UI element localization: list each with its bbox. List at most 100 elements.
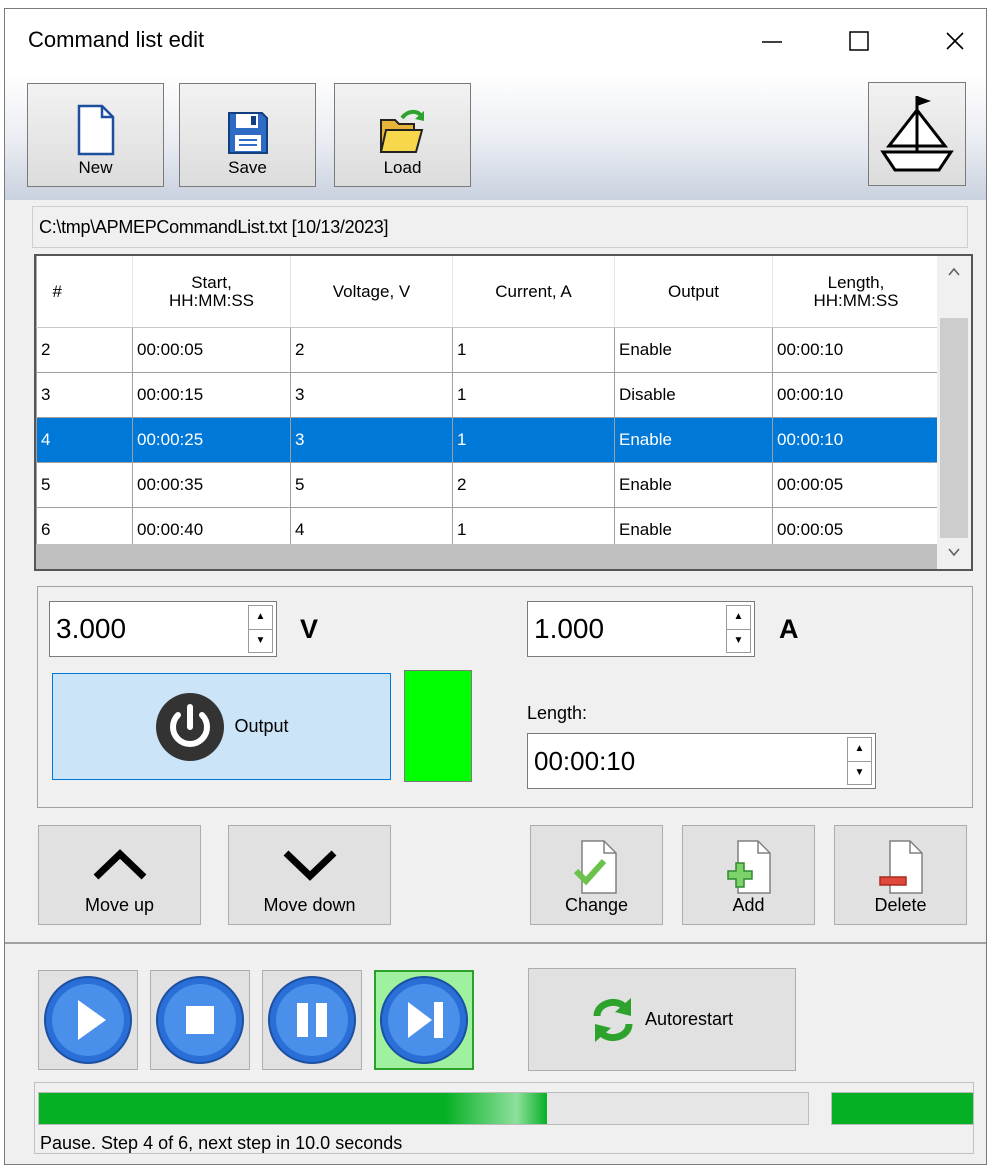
close-button[interactable] — [924, 9, 986, 73]
file-path-field: C:\tmp\APMEPCommandList.txt [10/13/2023] — [32, 206, 968, 248]
voltage-unit-label: V — [300, 614, 319, 644]
new-document-icon — [77, 104, 114, 156]
voltage-input[interactable]: 3.000 — [49, 601, 277, 657]
length-input[interactable]: 00:00:10 — [527, 733, 876, 789]
current-spinner[interactable]: ▲ ▼ — [726, 605, 751, 653]
open-folder-icon — [379, 109, 424, 153]
maximize-button[interactable] — [828, 9, 890, 73]
output-status-indicator — [404, 670, 472, 782]
move-up-button[interactable]: Move up — [38, 825, 201, 925]
scroll-up-arrow[interactable] — [946, 264, 962, 280]
autorestart-label: Autorestart — [644, 1009, 734, 1029]
table-cell[interactable]: Enable — [614, 462, 773, 508]
table-cell[interactable]: 00:00:35 — [132, 462, 291, 508]
command-list-grid[interactable]: # Start, HH:MM:SS Voltage, V Current, A … — [34, 254, 973, 571]
table-cell[interactable]: 00:00:10 — [772, 417, 940, 463]
secondary-progress-bar — [831, 1092, 974, 1125]
column-header[interactable]: Length, HH:MM:SS — [772, 256, 940, 328]
save-button-label: Save — [228, 158, 267, 177]
length-spinner[interactable]: ▲ ▼ — [847, 737, 872, 785]
sailboat-icon — [880, 96, 954, 172]
table-cell[interactable]: 3 — [36, 372, 133, 418]
output-toggle-button[interactable]: Output — [52, 673, 391, 780]
pause-icon — [268, 976, 356, 1064]
refresh-icon — [593, 997, 633, 1042]
table-cell[interactable]: 2 — [452, 462, 615, 508]
floppy-disk-icon — [227, 112, 268, 154]
table-row[interactable]: 3 00:00:15 3 1 Disable 00:00:10 — [36, 372, 940, 418]
maximize-icon — [849, 31, 869, 51]
window-title: Command list edit — [28, 27, 205, 52]
voltage-spinner[interactable]: ▲ ▼ — [248, 605, 273, 653]
table-cell[interactable]: 2 — [36, 327, 133, 373]
current-unit-label: A — [779, 614, 799, 644]
current-input[interactable]: 1.000 — [527, 601, 755, 657]
table-cell[interactable]: 00:00:10 — [772, 372, 940, 418]
command-table: # Start, HH:MM:SS Voltage, V Current, A … — [36, 256, 940, 553]
progress-fill — [39, 1093, 547, 1124]
autorestart-button[interactable]: Autorestart — [528, 968, 796, 1071]
table-cell[interactable]: 4 — [36, 417, 133, 463]
table-cell[interactable]: 00:00:05 — [132, 327, 291, 373]
move-up-label: Move up — [84, 895, 155, 915]
document-check-icon — [573, 840, 617, 894]
power-icon — [156, 692, 225, 761]
table-cell[interactable]: 3 — [290, 372, 453, 418]
minimize-button[interactable] — [741, 9, 803, 73]
move-down-button[interactable]: Move down — [228, 825, 391, 925]
table-row-selected[interactable]: 4 00:00:25 3 1 Enable 00:00:10 — [36, 417, 940, 463]
table-cell[interactable]: 00:00:25 — [132, 417, 291, 463]
table-cell[interactable]: 00:00:05 — [772, 462, 940, 508]
scroll-down-arrow[interactable] — [946, 544, 962, 560]
column-header[interactable]: Current, A — [452, 256, 615, 328]
column-header[interactable]: Voltage, V — [290, 256, 453, 328]
stop-button[interactable] — [150, 970, 250, 1070]
table-cell[interactable]: 3 — [290, 417, 453, 463]
table-cell[interactable]: Enable — [614, 417, 773, 463]
spin-up-icon[interactable]: ▲ — [848, 738, 871, 762]
chevron-down-icon — [283, 850, 336, 881]
table-cell[interactable]: Disable — [614, 372, 773, 418]
play-button[interactable] — [38, 970, 138, 1070]
table-cell[interactable]: 1 — [452, 417, 615, 463]
change-label: Change — [564, 895, 629, 915]
about-button[interactable] — [868, 82, 966, 186]
new-button[interactable]: New — [27, 83, 164, 187]
table-row[interactable]: 2 00:00:05 2 1 Enable 00:00:10 — [36, 327, 940, 373]
spin-down-icon[interactable]: ▼ — [249, 630, 272, 653]
table-cell[interactable]: 1 — [452, 372, 615, 418]
column-header[interactable]: Start, HH:MM:SS — [132, 256, 291, 328]
spin-up-icon[interactable]: ▲ — [727, 606, 750, 630]
chevron-down-icon — [948, 548, 960, 557]
table-row[interactable]: 5 00:00:35 5 2 Enable 00:00:05 — [36, 462, 940, 508]
table-cell[interactable]: 5 — [290, 462, 453, 508]
add-button[interactable]: Add — [682, 825, 815, 925]
column-header[interactable]: # — [36, 256, 133, 328]
progress-bar — [38, 1092, 809, 1125]
spin-down-icon[interactable]: ▼ — [848, 762, 871, 785]
change-button[interactable]: Change — [530, 825, 663, 925]
horizontal-scrollbar[interactable] — [36, 544, 937, 569]
status-text: Pause. Step 4 of 6, next step in 10.0 se… — [40, 1133, 403, 1153]
add-label: Add — [732, 895, 765, 915]
spin-down-icon[interactable]: ▼ — [727, 630, 750, 653]
table-cell[interactable]: 00:00:10 — [772, 327, 940, 373]
pause-button[interactable] — [262, 970, 362, 1070]
stop-icon — [156, 976, 244, 1064]
table-cell[interactable]: 1 — [452, 327, 615, 373]
save-button[interactable]: Save — [179, 83, 316, 187]
document-delete-icon — [878, 840, 923, 894]
column-header[interactable]: Output — [614, 256, 773, 328]
load-button-label: Load — [383, 158, 422, 177]
scrollbar-thumb[interactable] — [940, 318, 968, 538]
table-cell[interactable]: Enable — [614, 327, 773, 373]
next-step-button[interactable] — [374, 970, 474, 1070]
delete-button[interactable]: Delete — [834, 825, 967, 925]
spin-up-icon[interactable]: ▲ — [249, 606, 272, 630]
secondary-progress-fill — [832, 1093, 973, 1124]
table-cell[interactable]: 2 — [290, 327, 453, 373]
load-button[interactable]: Load — [334, 83, 471, 187]
table-cell[interactable]: 5 — [36, 462, 133, 508]
delete-label: Delete — [874, 895, 927, 915]
table-cell[interactable]: 00:00:15 — [132, 372, 291, 418]
